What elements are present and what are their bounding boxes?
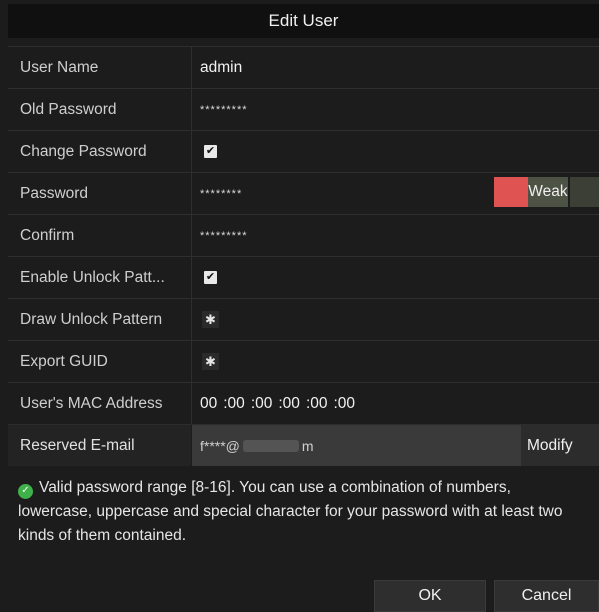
mac-octet: :00	[278, 394, 300, 412]
password-mask: ********	[200, 187, 243, 200]
mac-octet: :00	[305, 394, 328, 412]
user-form: User Name admin Old Password ********* C…	[8, 46, 599, 466]
change-password-label: Change Password	[8, 131, 192, 172]
check-circle-icon: ✓	[18, 483, 33, 499]
email-prefix: f****@	[200, 437, 240, 454]
confirm-field[interactable]: *********	[192, 215, 599, 256]
strength-bar-remaining	[567, 177, 599, 207]
old-password-field[interactable]: *********	[192, 89, 599, 130]
strength-bar-weak	[494, 177, 529, 207]
user-name-label: User Name	[8, 47, 192, 88]
row-old-password: Old Password *********	[8, 88, 599, 130]
dialog-title: Edit User	[8, 4, 599, 38]
enable-unlock-pattern-checkbox[interactable]: ✔	[204, 271, 217, 284]
row-confirm: Confirm *********	[8, 214, 599, 256]
password-hint-text: Valid password range [8-16]. You can use…	[18, 479, 563, 544]
gear-icon[interactable]: ✱	[202, 353, 219, 370]
button-bar: OK Cancel	[8, 574, 599, 612]
row-password: Password ******** Weak	[8, 172, 599, 214]
row-draw-unlock-pattern: Draw Unlock Pattern ✱	[8, 298, 599, 340]
mac-address-field[interactable]: 00 :00 :00 :00 :00 :00	[192, 383, 599, 424]
user-name-field[interactable]: admin	[192, 47, 599, 88]
change-password-checkbox[interactable]: ✔	[204, 145, 217, 158]
mac-octet: :00	[250, 394, 273, 412]
mac-octet: 00	[200, 394, 218, 412]
row-user-name: User Name admin	[8, 46, 599, 88]
reserved-email-field[interactable]: f****@ m	[192, 425, 521, 466]
row-change-password: Change Password ✔	[8, 130, 599, 172]
confirm-label: Confirm	[8, 215, 192, 256]
edit-user-dialog: Edit User User Name admin Old Password *…	[0, 0, 599, 612]
old-password-label: Old Password	[8, 89, 192, 130]
email-suffix: m	[301, 437, 314, 454]
cancel-button[interactable]: Cancel	[494, 580, 599, 612]
confirm-mask: *********	[200, 229, 248, 242]
mac-octet: :00	[333, 394, 356, 412]
password-strength-meter: Weak	[494, 177, 599, 207]
gear-icon[interactable]: ✱	[202, 311, 219, 328]
reserved-email-label: Reserved E-mail	[8, 425, 192, 466]
row-reserved-email: Reserved E-mail f****@ m Modify	[8, 424, 599, 466]
row-export-guid: Export GUID ✱	[8, 340, 599, 382]
row-enable-unlock-pattern: Enable Unlock Patt... ✔	[8, 256, 599, 298]
strength-label: Weak	[528, 177, 568, 207]
password-hint: ✓ Valid password range [8-16]. You can us…	[18, 476, 583, 548]
modify-button[interactable]: Modify	[521, 425, 599, 466]
ok-button[interactable]: OK	[374, 580, 486, 612]
old-password-mask: *********	[200, 103, 248, 116]
mac-octet: :00	[223, 394, 245, 412]
export-guid-label: Export GUID	[8, 341, 192, 382]
enable-unlock-pattern-label: Enable Unlock Patt...	[8, 257, 192, 298]
draw-unlock-pattern-label: Draw Unlock Pattern	[8, 299, 192, 340]
row-mac-address: User's MAC Address 00 :00 :00 :00 :00 :0…	[8, 382, 599, 424]
email-redaction	[242, 439, 299, 452]
password-label: Password	[8, 173, 192, 214]
mac-address-label: User's MAC Address	[8, 383, 192, 424]
